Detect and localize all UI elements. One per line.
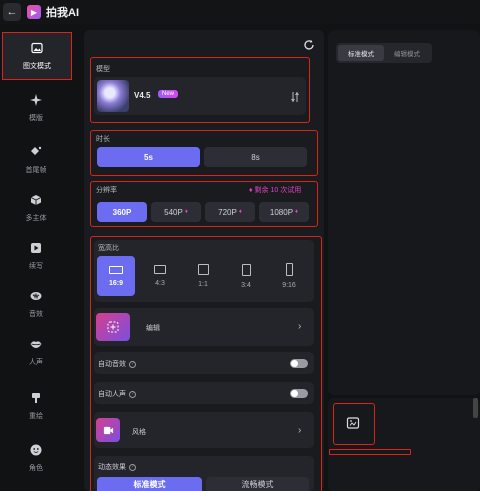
model-label: 模型 [96, 66, 110, 73]
effect-label: 动态效果? [98, 462, 136, 472]
resolution-option-720p[interactable]: 720P ♦ [205, 202, 255, 222]
aspect-option-3-4[interactable]: 3:4 [227, 256, 265, 296]
edit-label: 编辑 [146, 325, 160, 332]
sidebar-item-label: 重绘 [29, 413, 43, 420]
ratio-shape-icon [285, 263, 293, 276]
upload-caption-highlight [329, 449, 411, 455]
trial-remaining: ♦ 剩余 10 次试用 [249, 187, 302, 194]
resolution-option-1080p[interactable]: 1080P ♦ [259, 202, 309, 222]
effect-option-smooth[interactable]: 流畅模式 [206, 477, 309, 491]
sidebar-item-label: 角色 [29, 465, 43, 472]
chevron-right-icon: › [298, 425, 302, 436]
sparkle-icon [29, 93, 43, 107]
sliders-icon[interactable] [289, 90, 301, 102]
sidebar: 图文模式 模版 首尾帧 多主体 续写 音效 人声 重绘 角色 [0, 24, 72, 491]
aspect-option-1-1[interactable]: 1:1 [184, 256, 222, 296]
sidebar-item-image-text[interactable]: 图文模式 [2, 32, 72, 80]
lips-icon [29, 337, 43, 351]
aspect-ratio-label: 宽高比 [98, 245, 119, 252]
ratio-shape-icon [154, 265, 166, 274]
mode-tabs: 标准模式 编辑模式 [336, 43, 432, 63]
help-icon[interactable]: ? [129, 360, 136, 368]
gem-icon: ♦ [184, 209, 188, 215]
duration-option-5s[interactable]: 5s [97, 147, 200, 167]
scrollbar-thumb[interactable] [473, 398, 478, 418]
sidebar-item-label: 人声 [29, 359, 43, 366]
chevron-right-icon: › [298, 321, 302, 332]
gem-icon: ♦ [249, 187, 253, 194]
tab-standard-mode[interactable]: 标准模式 [338, 45, 384, 61]
sidebar-item-keyframe[interactable]: 首尾帧 [0, 136, 72, 184]
sidebar-item-redraw[interactable]: 重绘 [0, 382, 72, 430]
upload-image-icon[interactable] [346, 416, 362, 432]
refresh-icon[interactable] [303, 38, 315, 50]
auto-voice-toggle[interactable] [290, 389, 308, 398]
sidebar-item-voice[interactable]: 人声 [0, 328, 72, 376]
ratio-shape-icon [197, 264, 209, 275]
sidebar-item-sound[interactable]: 音效 [0, 280, 72, 328]
edit-icon [107, 321, 119, 333]
character-icon [29, 443, 43, 457]
preview-panel [328, 30, 480, 395]
sidebar-item-continue[interactable]: 续写 [0, 232, 72, 280]
ratio-shape-icon [109, 265, 123, 274]
aspect-option-4-3[interactable]: 4:3 [141, 256, 179, 296]
style-thumbnail [96, 418, 120, 442]
aspect-option-16-9[interactable]: 16:9 [97, 256, 135, 296]
help-icon[interactable]: ? [129, 463, 136, 471]
sidebar-item-label: 音效 [29, 311, 43, 318]
resolution-option-360p[interactable]: 360P [97, 202, 147, 222]
sidebar-item-character[interactable]: 角色 [0, 434, 72, 482]
sidebar-item-multi-subject[interactable]: 多主体 [0, 184, 72, 232]
model-name: V4.5 [134, 91, 151, 100]
brush-icon [29, 391, 43, 405]
resolution-label: 分辨率 [96, 187, 117, 194]
model-thumbnail [97, 80, 129, 112]
help-icon[interactable]: ? [129, 390, 136, 398]
new-badge: New [158, 90, 179, 98]
keyframe-icon [29, 145, 43, 159]
style-row[interactable] [94, 412, 314, 448]
sound-icon [29, 289, 43, 303]
sidebar-item-label: 首尾帧 [25, 167, 47, 174]
back-button[interactable]: ← [3, 3, 21, 21]
effect-option-standard[interactable]: 标准模式 [97, 477, 202, 491]
app-title: 拍我AI [46, 7, 79, 19]
back-arrow-icon: ← [6, 6, 18, 18]
image-icon [30, 41, 44, 55]
sidebar-item-label: 模版 [29, 115, 43, 122]
tab-edit-mode[interactable]: 编辑模式 [384, 45, 430, 61]
auto-voice-label: 自动人声? [98, 389, 136, 399]
sidebar-item-template[interactable]: 模版 [0, 84, 72, 132]
gem-icon: ♦ [238, 209, 242, 215]
play-icon [29, 241, 43, 255]
top-bar: ← ▶ 拍我AI [0, 0, 480, 24]
sidebar-item-label: 续写 [29, 263, 43, 270]
sidebar-item-label: 图文模式 [23, 63, 51, 70]
gem-icon: ♦ [295, 209, 299, 215]
resolution-option-540p[interactable]: 540P ♦ [151, 202, 201, 222]
app-logo-icon: ▶ [27, 5, 41, 19]
aspect-option-9-16[interactable]: 9:16 [270, 256, 308, 296]
auto-sound-toggle[interactable] [290, 359, 308, 368]
style-label: 风格 [132, 429, 146, 436]
ratio-shape-icon [241, 263, 251, 276]
duration-option-8s[interactable]: 8s [204, 147, 307, 167]
cube-icon [29, 193, 43, 207]
duration-label: 时长 [96, 136, 110, 143]
sidebar-item-label: 多主体 [25, 215, 47, 222]
edit-thumbnail [96, 313, 130, 341]
video-style-icon [103, 426, 113, 434]
auto-sound-label: 自动音效? [98, 359, 136, 369]
settings-panel: 模型 V4.5 New 时长 5s 8s 分辨率 ♦ 剩余 10 次试用 360… [84, 30, 324, 491]
